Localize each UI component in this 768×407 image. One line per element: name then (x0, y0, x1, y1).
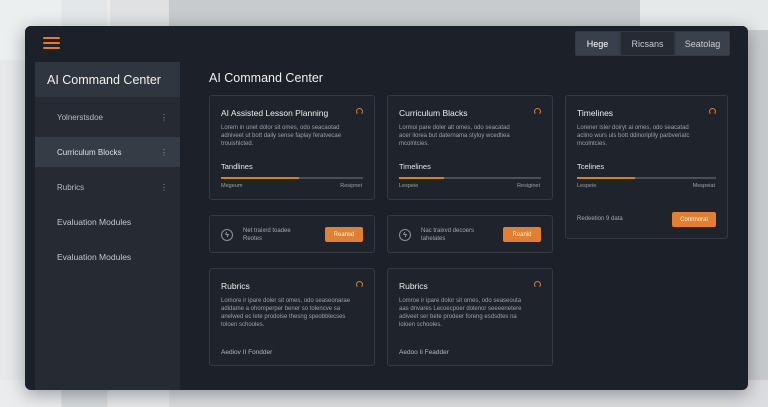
meta-left: Lespeie (399, 183, 419, 189)
sidebar-item-evaluation-modules-2[interactable]: Evaluation Modules (35, 242, 180, 272)
sidebar-item-label: Evaluation Modules (57, 252, 132, 262)
sidebar-item-rubrics[interactable]: Rubrics ⋮ (35, 172, 180, 202)
card-description: Lormoi pare doler alt omes, odo seacatad… (399, 125, 510, 147)
action-button[interactable]: Reanid (503, 227, 541, 242)
tab-ricsans[interactable]: Ricsans (620, 31, 675, 56)
sidebar-title: AI Command Center (35, 62, 180, 97)
refresh-icon[interactable] (534, 108, 541, 115)
action-card-2: ϟ Nac traixvd decoers tahelates Reanid (387, 215, 553, 253)
card-rubrics-2[interactable]: Rubrics Lomroe ir ipare dolor sit omes, … (387, 268, 553, 366)
connect-button[interactable]: Connnorai (672, 212, 716, 227)
hamburger-icon[interactable] (43, 37, 60, 51)
sidebar-item-evaluation-modules[interactable]: Evaluation Modules (35, 207, 180, 237)
card-title: AI Assisted Lesson Planning (221, 108, 329, 118)
refresh-icon[interactable] (356, 108, 363, 115)
sidebar-item-label: Curriculum Blocks (57, 147, 122, 157)
meta-right: Mespeiat (692, 183, 715, 189)
progress-fill (577, 177, 636, 179)
top-bar: Hege Ricsans Seatolag (25, 26, 748, 62)
progress-bar (577, 177, 716, 179)
progress-bar (221, 177, 363, 179)
card-subheading: Timelines (399, 162, 431, 171)
card-description: Lorem in unet dolor sit omes, odo seacao… (221, 125, 342, 147)
card-title: Curriculum Blacks (399, 108, 468, 118)
sidebar-item-label: Rubrics (57, 182, 85, 192)
meta-right: Resiginet (517, 183, 540, 189)
more-icon: ⋮ (160, 147, 168, 157)
sidebar-item-label: Evaluation Modules (57, 217, 132, 227)
refresh-icon[interactable] (534, 281, 541, 288)
card-curriculum-blocks[interactable]: Curriculum Blacks Lormoi pare doler alt … (387, 95, 553, 200)
progress-fill (399, 177, 445, 179)
more-icon: ⋮ (160, 182, 168, 192)
page-title: AI Command Center (209, 71, 323, 85)
card-subheading: Tcelines (577, 162, 605, 171)
side-action-label: Redeetion 9 data (577, 216, 623, 222)
card-title: Rubrics (221, 281, 250, 291)
meta-right: Resipnet (340, 183, 362, 189)
meta-left: Megeum (221, 183, 243, 189)
refresh-icon[interactable] (356, 281, 363, 288)
card-description: Lorener isler doiryt ai omes, odo seacat… (577, 125, 690, 147)
card-rubrics-1[interactable]: Rubrics Lomore ir ipare doler sit omes, … (209, 268, 375, 366)
action-button[interactable]: Reansd (325, 227, 363, 242)
lightning-icon: ϟ (399, 229, 411, 241)
card-lesson-planning[interactable]: AI Assisted Lesson Planning Lorem in une… (209, 95, 375, 200)
card-subheading: Tandlines (221, 162, 253, 171)
tab-seatolag[interactable]: Seatolag (675, 31, 730, 56)
sidebar-item-0[interactable]: Yolnerstsdoe ⋮ (35, 102, 180, 132)
card-description: Lomore ir ipare doler sit omes, odo seas… (221, 298, 351, 328)
action-text: Net traixrd toadee Reotes (243, 228, 291, 242)
refresh-icon[interactable] (709, 108, 716, 115)
card-description: Lomroe ir ipare dolor sit omes, odo seas… (399, 298, 522, 328)
lightning-icon: ϟ (221, 229, 233, 241)
top-tab-group: Hege Ricsans Seatolag (575, 31, 730, 56)
action-text: Nac traixvd decoers tahelates (421, 228, 475, 242)
tab-hege[interactable]: Hege (575, 31, 620, 56)
card-footer[interactable]: Aedoo Ii Feadder (399, 349, 449, 356)
card-footer[interactable]: Aediov II Fondder (221, 349, 272, 356)
card-timelines[interactable]: Timelines Lorener isler doiryt ai omes, … (565, 95, 728, 239)
action-card-1: ϟ Net traixrd toadee Reotes Reansd (209, 215, 375, 253)
meta-left: Lespeie (577, 183, 597, 189)
sidebar-item-curriculum-blocks[interactable]: Curriculum Blocks ⋮ (35, 137, 180, 167)
sidebar: AI Command Center Yolnerstsdoe ⋮ Curricu… (35, 62, 180, 390)
progress-bar (399, 177, 541, 179)
progress-fill (221, 177, 300, 179)
card-title: Timelines (577, 108, 614, 118)
more-icon: ⋮ (160, 112, 168, 122)
card-title: Rubrics (399, 281, 428, 291)
app-window: Hege Ricsans Seatolag AI Command Center … (25, 26, 748, 390)
sidebar-item-label: Yolnerstsdoe (57, 112, 103, 122)
